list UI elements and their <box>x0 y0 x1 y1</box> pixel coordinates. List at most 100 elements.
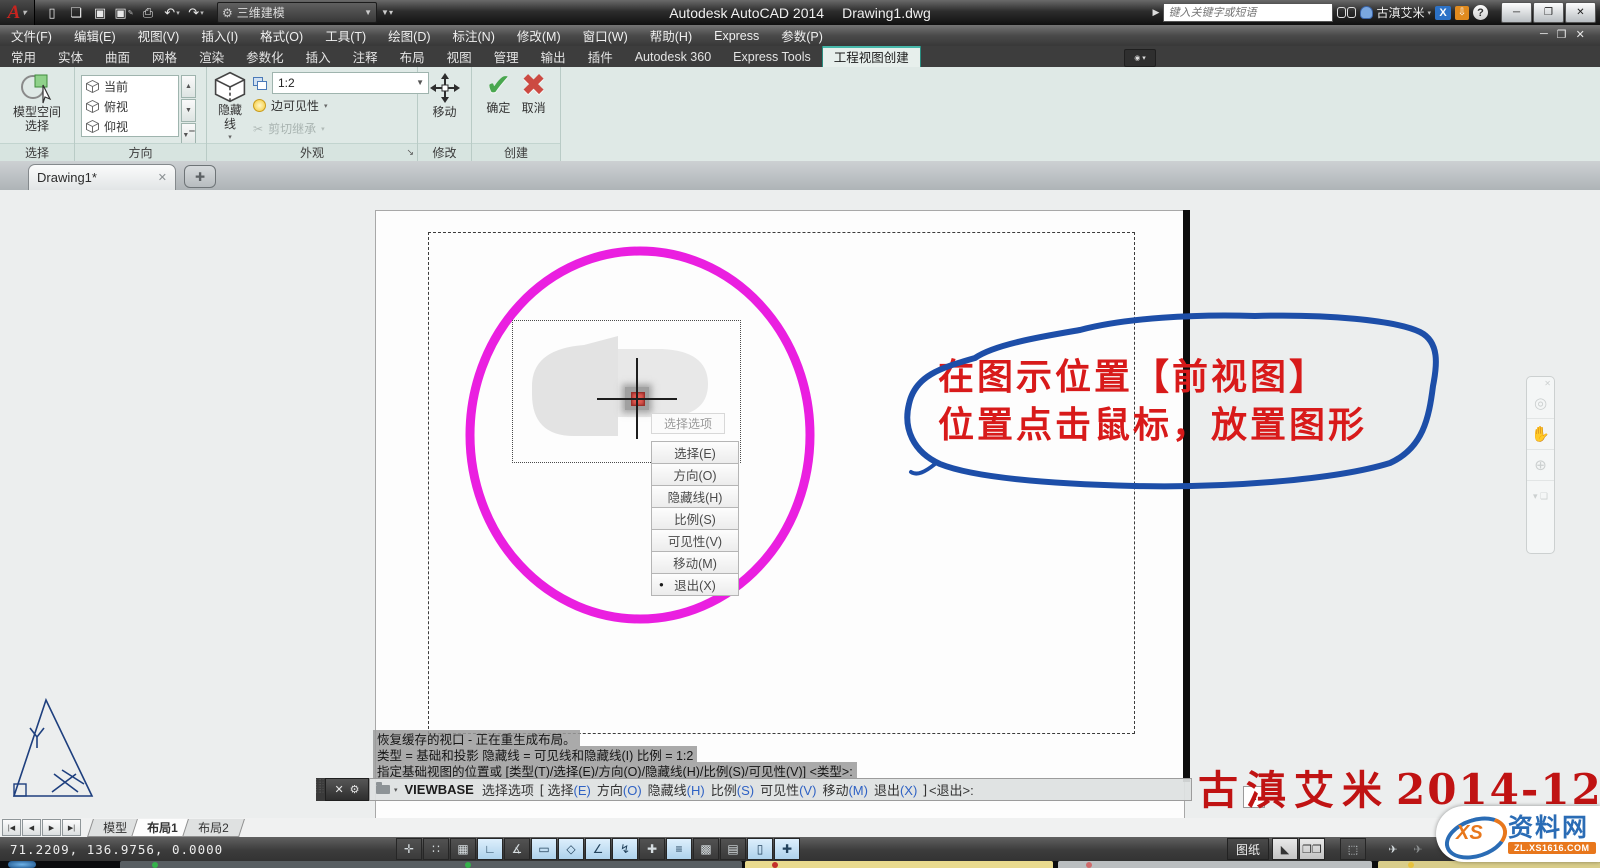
context-menu-item[interactable]: 隐藏线(H) <box>651 485 739 508</box>
close-button[interactable]: ✕ <box>1565 2 1596 23</box>
status-toggle-button[interactable]: ◇ <box>558 838 584 860</box>
ribbon-tab[interactable]: 常用 <box>0 46 47 67</box>
exchange-apps-icon[interactable]: X <box>1435 5 1451 20</box>
command-drag-handle[interactable]: ∷∷ ∷∷ ∷∷ <box>316 778 325 801</box>
ribbon-tab[interactable]: 输出 <box>530 46 577 67</box>
command-close-icon[interactable]: ✕ <box>334 783 343 796</box>
first-layout-icon[interactable]: |◀ <box>2 819 21 836</box>
menu-item[interactable]: 插入(I) <box>190 25 249 46</box>
status-toggle-button[interactable]: ≡ <box>666 838 692 860</box>
restore-button[interactable]: ❐ <box>1533 2 1564 23</box>
status-toggle-button[interactable]: ▭ <box>531 838 557 860</box>
workspace-switcher[interactable]: ⚙ 三维建模 ▼ <box>217 2 377 23</box>
context-menu-item[interactable]: 可见性(V) <box>651 529 739 552</box>
status-toggle-button[interactable]: ▦ <box>450 838 476 860</box>
ribbon-tab[interactable]: Express Tools <box>722 46 822 67</box>
taskbar-app-active[interactable] <box>745 861 1053 868</box>
ribbon-tab[interactable]: Autodesk 360 <box>624 46 722 67</box>
status-toggle-button[interactable]: ↯ <box>612 838 638 860</box>
status-toggle-button[interactable]: ✛ <box>396 838 422 860</box>
panel-label[interactable]: 选择 <box>0 143 74 161</box>
recent-commands-icon[interactable] <box>376 782 390 794</box>
context-menu-item[interactable]: 移动(M) <box>651 551 739 574</box>
model-space-select-button[interactable]: 模型空间 选择 <box>13 71 61 133</box>
qat-more-button[interactable]: ▼▾ <box>379 3 395 23</box>
panel-label[interactable]: 创建 <box>472 143 560 161</box>
context-menu-item[interactable]: 退出(X) <box>651 573 739 596</box>
signin-user[interactable]: 古滇艾米 ▾ <box>1360 4 1431 21</box>
start-button[interactable] <box>8 861 36 868</box>
menu-item[interactable]: 格式(O) <box>249 25 314 46</box>
ribbon-tab[interactable]: 工程视图创建 <box>821 46 921 67</box>
move-button[interactable]: 移动 <box>428 71 462 119</box>
help-icon[interactable]: ? <box>1473 5 1488 20</box>
status-toggle-button[interactable]: ▤ <box>720 838 746 860</box>
ribbon-tab[interactable]: 实体 <box>47 46 94 67</box>
menu-item[interactable]: 工具(T) <box>314 25 377 46</box>
minimize-button[interactable]: ─ <box>1501 2 1532 23</box>
command-option[interactable]: 比例(S) <box>711 783 754 798</box>
ribbon-tab[interactable]: 参数化 <box>235 46 295 67</box>
menu-item[interactable]: 编辑(E) <box>63 25 127 46</box>
scroll-up-icon[interactable]: ▲ <box>181 75 196 98</box>
search-icon[interactable] <box>1337 7 1357 18</box>
ribbon-minimize-button[interactable]: ◉ ▾ <box>1124 49 1156 67</box>
menu-item[interactable]: 窗口(W) <box>572 25 639 46</box>
pan-hand-icon[interactable]: ✋ <box>1527 419 1554 450</box>
context-menu-item[interactable]: 选择(E) <box>651 441 739 464</box>
taskbar-app[interactable] <box>120 861 742 868</box>
panel-label[interactable]: 修改 <box>418 143 471 161</box>
annotation-scale-icon[interactable]: ⬚ <box>1340 838 1366 860</box>
status-toggle-button[interactable]: ▩ <box>693 838 719 860</box>
quick-view-layouts-icon[interactable]: ◣ <box>1272 838 1298 860</box>
quick-view-drawings-icon[interactable]: ❐❐ <box>1299 838 1325 860</box>
menu-item[interactable]: 视图(V) <box>127 25 191 46</box>
ok-button[interactable]: ✔ 确定 <box>486 71 511 116</box>
ribbon-tab[interactable]: 管理 <box>483 46 530 67</box>
save-icon[interactable]: ▣ <box>89 3 111 23</box>
menu-item[interactable]: 绘图(D) <box>377 25 441 46</box>
scroll-down-icon[interactable]: ▼ <box>181 99 196 122</box>
status-toggle-button[interactable]: ∡ <box>504 838 530 860</box>
command-customize-icon[interactable]: ⚙ <box>350 783 360 796</box>
menu-item[interactable]: 参数(P) <box>770 25 834 46</box>
autodesk-download-icon[interactable]: ⇩ <box>1455 5 1469 20</box>
annotation-autoscale-icon[interactable]: ✈ <box>1406 839 1430 859</box>
cancel-button[interactable]: ✖ 取消 <box>521 71 546 116</box>
ribbon-tab[interactable]: 插件 <box>577 46 624 67</box>
command-option[interactable]: 方向(O) <box>597 783 642 798</box>
last-layout-icon[interactable]: ▶| <box>62 819 81 836</box>
panel-label[interactable]: 方向 <box>75 143 206 161</box>
status-toggle-button[interactable]: ∷ <box>423 838 449 860</box>
panel-launcher-icon[interactable]: ↘ <box>406 147 414 158</box>
view-orientation-item[interactable]: 仰视 <box>82 116 178 136</box>
ribbon-tab[interactable]: 渲染 <box>188 46 235 67</box>
panel-label[interactable]: 外观 ↘ <box>207 143 417 161</box>
command-input-strip[interactable]: ▾ VIEWBASE 选择选项 [ 选择(E) 方向(O) 隐藏线(H) 比例(S) 可… <box>369 778 1192 801</box>
status-toggle-button[interactable]: ▯ <box>747 838 773 860</box>
zoom-orbit-icon[interactable]: ⊕ <box>1527 450 1554 481</box>
command-line[interactable]: ∷∷ ∷∷ ∷∷ ✕ ⚙ ▾ VIEWBASE 选择选项 [ 选择(E) 方向(O) 隐… <box>316 778 1192 801</box>
doc-minimize-icon[interactable]: ─ <box>1540 28 1548 41</box>
layout-tab[interactable]: 布局2 <box>181 818 245 837</box>
command-option[interactable]: 移动(M) <box>822 783 868 798</box>
new-drawing-tab-button[interactable]: ✚ <box>184 165 216 188</box>
command-option[interactable]: 可见性(V) <box>760 783 816 798</box>
open-file-icon[interactable]: ❏ <box>65 3 87 23</box>
redo-icon[interactable]: ↷ ▾ <box>185 3 207 23</box>
drawing-canvas[interactable]: 选择选项 选择(E)方向(O)隐藏线(H)比例(S)可见性(V)移动(M)退出(… <box>0 190 1600 818</box>
menu-item[interactable]: 文件(F) <box>0 25 63 46</box>
navbar-more-icon[interactable]: ▾ ❏ <box>1527 481 1554 511</box>
ribbon-tab[interactable]: 视图 <box>436 46 483 67</box>
plot-icon[interactable]: ⎙ <box>137 3 159 23</box>
status-toggle-button[interactable]: ✚ <box>639 838 665 860</box>
steering-wheel-icon[interactable]: ◎ <box>1527 388 1554 419</box>
view-orientation-item[interactable]: 当前 <box>82 76 178 96</box>
doc-restore-icon[interactable]: ❐ <box>1557 28 1567 41</box>
edge-visibility-button[interactable]: 边可见性 ▾ <box>253 94 429 117</box>
command-option[interactable]: 退出(X) <box>874 783 917 798</box>
close-icon[interactable]: ✕ <box>158 171 167 184</box>
ribbon-tab[interactable]: 注释 <box>342 46 389 67</box>
menu-item[interactable]: 修改(M) <box>506 25 572 46</box>
search-input[interactable] <box>1163 3 1334 22</box>
